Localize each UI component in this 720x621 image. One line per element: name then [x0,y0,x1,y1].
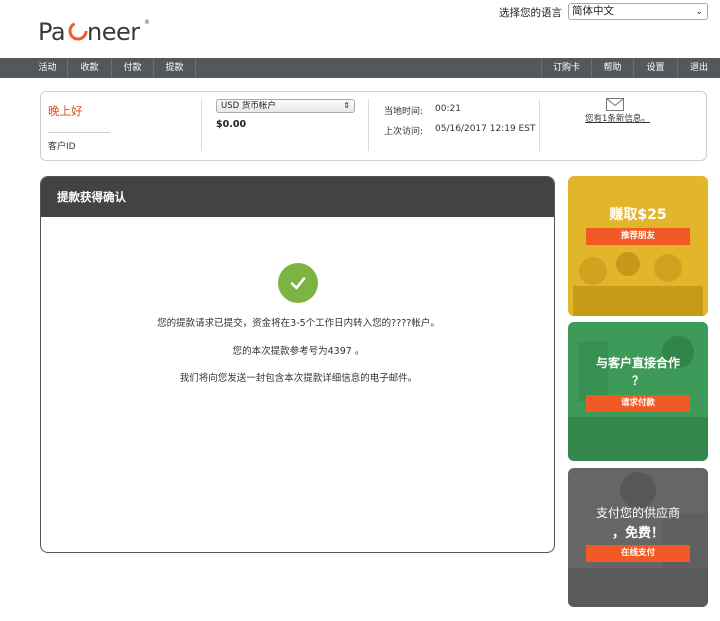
language-selected-value: 简体中文 [572,5,614,17]
nav-item-receive[interactable]: 收款 [68,58,112,78]
currency-account-select[interactable]: USD 货币帐户 ⇕ [216,99,355,113]
panel-title: 提款获得确认 [41,177,554,217]
last-visit-label: 上次访问: [384,127,424,137]
customer-id-label: 客户ID [48,142,76,152]
promo-title-line2: ？ [631,374,644,388]
withdrawal-confirmation-panel: 提款获得确认 您的提款请求已提交，资金将在3-5个工作日内转入您的????帐户。… [40,176,555,553]
svg-text:neer: neer [87,18,140,46]
language-label: 选择您的语言 [499,7,562,19]
local-time-value: 00:21 [435,104,461,114]
chevron-down-icon: ⌄ [695,7,703,17]
people-photo-illustration [568,336,708,461]
nav-item-withdraw[interactable]: 提款 [154,58,196,78]
greeting: 晚上好 [48,104,83,118]
main-nav: 活动 收款 付款 提款 订购卡 帮助 设置 退出 [0,58,720,78]
promo-title: 赚取$25 [609,207,667,223]
divider [539,99,540,151]
promo-request-payment[interactable]: 与客户直接合作 ？ 请求付款 [568,322,708,461]
svg-text:Pa: Pa [38,18,65,46]
success-check-icon [278,263,318,303]
svg-text:®: ® [144,19,150,26]
request-payment-button[interactable]: 请求付款 [586,395,690,412]
nav-item-activity[interactable]: 活动 [28,58,68,78]
local-time-label: 当地时间: [384,107,424,117]
currency-account-value: USD 货币帐户 [221,101,276,111]
updown-arrow-icon: ⇕ [343,101,350,110]
promo-title: 支付您的供应商 [595,506,680,520]
promo-title: 与客户直接合作 [595,356,680,370]
nav-item-settings[interactable]: 设置 [633,58,677,78]
new-messages-link[interactable]: 您有1条新信息。 [585,112,650,124]
promo-title-line2: ，免费！ [611,526,664,541]
last-visit-value: 05/16/2017 12:19 EST [435,124,536,134]
refer-friend-button[interactable]: 推荐朋友 [586,228,690,245]
promo-pay-suppliers[interactable]: 支付您的供应商 ，免费！ 在线支付 [568,468,708,607]
username-redacted [48,132,110,133]
pay-online-button[interactable]: 在线支付 [586,545,690,562]
reference-number: 您的本次提款参考号为4397 。 [232,346,365,357]
divider [201,99,202,151]
language-select[interactable]: 简体中文 ⌄ [568,3,708,20]
account-summary: 晚上好 客户ID USD 货币帐户 ⇕ $0.00 当地时间: 00:21 上次… [40,91,707,161]
nav-item-pay[interactable]: 付款 [112,58,154,78]
envelope-icon[interactable] [606,98,624,111]
confirmation-message: 您的提款请求已提交，资金将在3-5个工作日内转入您的????帐户。 [157,318,440,329]
nav-item-logout[interactable]: 退出 [677,58,720,78]
people-photo-illustration [573,252,703,316]
email-notice: 我们将向您发送一封包含本次提款详细信息的电子邮件。 [179,373,418,384]
account-balance: $0.00 [216,119,247,130]
payoneer-logo[interactable]: Pa neer ® [38,10,150,50]
divider [368,99,369,151]
nav-item-order-card[interactable]: 订购卡 [541,58,591,78]
promo-refer-friend[interactable]: 赚取$25 推荐朋友 [568,176,708,316]
nav-item-help[interactable]: 帮助 [591,58,633,78]
